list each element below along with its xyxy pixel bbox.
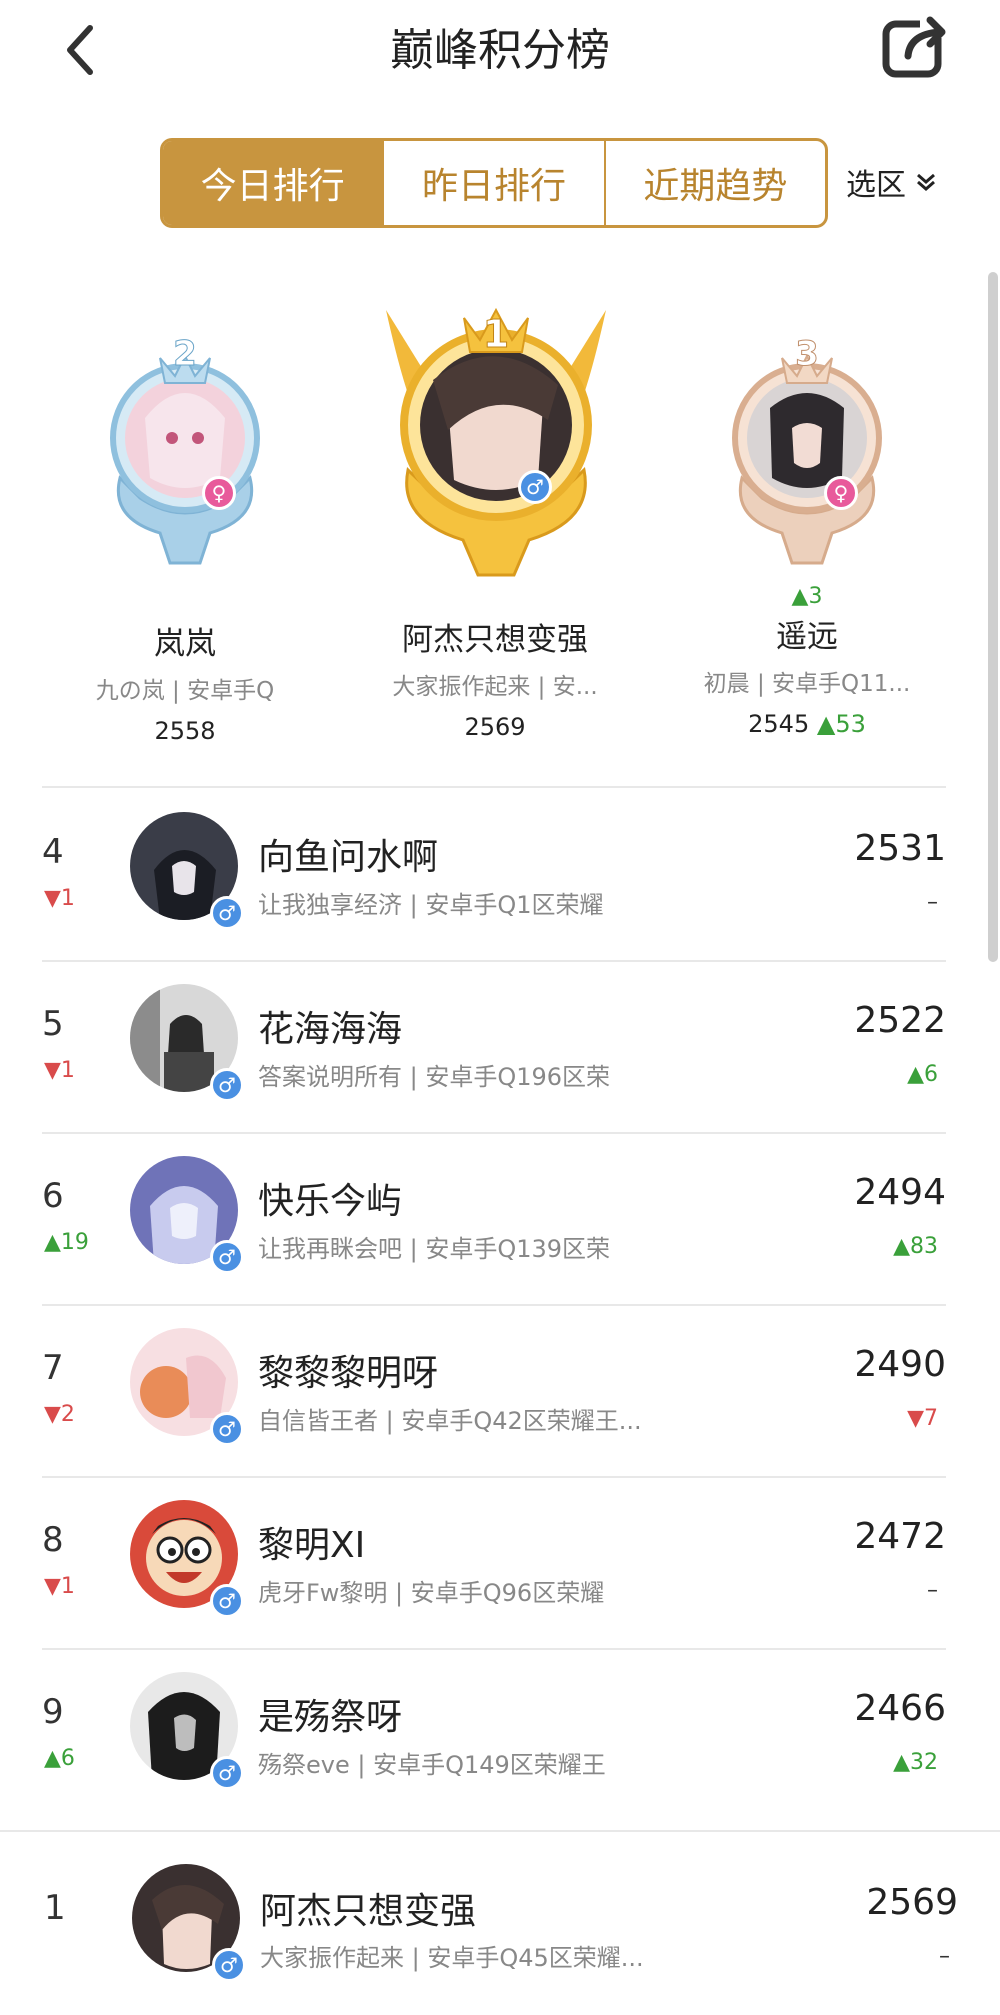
- podium-score: 2545: [748, 710, 810, 738]
- player-name: 黎黎黎明呀: [258, 1353, 439, 1394]
- score-change: –: [939, 1944, 950, 1969]
- rank-change: ▼1: [44, 1058, 75, 1083]
- list-item[interactable]: 7 ▼2 ♂ 黎黎黎明呀 自信皆王者 | 安卓手Q42区荣耀王... 2490 …: [42, 1306, 946, 1478]
- list-item[interactable]: 8 ▼1 ♂ 黎明XI 虎牙Fw黎明 | 安卓手Q96区荣耀 2472 –: [42, 1478, 946, 1650]
- player-subtitle: 让我独享经济 | 安卓手Q1区荣耀: [258, 891, 604, 919]
- rank-number: 5: [42, 1004, 64, 1044]
- player-name: 黎明XI: [258, 1525, 366, 1566]
- rank-number: 7: [42, 1348, 64, 1388]
- divider: [42, 786, 946, 788]
- rank-change: ▲6: [44, 1746, 75, 1771]
- podium-score: 2569: [464, 713, 526, 741]
- ranking-tabs: 今日排行 昨日排行 近期趋势: [160, 138, 828, 228]
- podium-rank-3-info[interactable]: ▲3 遥远 初晨 | 安卓手Q11... 2545 ▲53: [690, 584, 924, 738]
- list-item[interactable]: 5 ▼1 ♂ 花海海海 答案说明所有 | 安卓手Q196区荣 2522 ▲6: [42, 962, 946, 1134]
- region-selector[interactable]: 选区: [846, 160, 938, 204]
- podium-sub: 九の岚 | 安卓手Q: [95, 678, 275, 704]
- podium-name: 遥远: [776, 619, 838, 655]
- list-item[interactable]: 9 ▲6 ♂ 是殇祭呀 殇祭eve | 安卓手Q149区荣耀王 2466 ▲32: [42, 1650, 946, 1822]
- player-score: 2569: [866, 1882, 958, 1923]
- male-gender-icon: ♂: [210, 1756, 244, 1790]
- share-button[interactable]: [880, 12, 952, 80]
- score-change: –: [927, 890, 938, 915]
- rank-change: ▼1: [44, 1574, 75, 1599]
- player-name: 快乐今屿: [258, 1181, 403, 1222]
- podium-rank-1-badge[interactable]: 1 ♂: [378, 290, 614, 580]
- podium-sub: 初晨 | 安卓手Q11...: [703, 671, 911, 697]
- female-gender-icon: ♀: [202, 476, 236, 510]
- score-change: ▼7: [907, 1406, 938, 1431]
- score-change: ▲6: [907, 1062, 938, 1087]
- player-score: 2466: [854, 1688, 946, 1729]
- podium-score-line: 2545 ▲53: [690, 710, 924, 738]
- share-icon: [882, 16, 950, 78]
- my-rank-row[interactable]: 1 ♂ 阿杰只想变强 大家振作起来 | 安卓手Q45区荣耀... 2569 –: [0, 1830, 1000, 2015]
- podium-score-change: ▲53: [816, 710, 866, 738]
- male-gender-icon: ♂: [210, 1584, 244, 1618]
- player-subtitle: 殇祭eve | 安卓手Q149区荣耀王: [258, 1751, 606, 1779]
- score-change: ▲83: [893, 1234, 938, 1259]
- region-label: 选区: [846, 168, 906, 203]
- tab-yesterday[interactable]: 昨日排行: [382, 141, 603, 225]
- female-gender-icon: ♀: [824, 476, 858, 510]
- score-change: ▲32: [893, 1750, 938, 1775]
- podium-score: 2558: [154, 717, 216, 745]
- player-score: 2490: [854, 1344, 946, 1385]
- player-score: 2522: [854, 1000, 946, 1041]
- rank-change: ▼2: [44, 1402, 75, 1427]
- scrollbar[interactable]: [988, 272, 998, 962]
- male-gender-icon: ♂: [518, 470, 552, 504]
- ranking-page: 巅峰积分榜 今日排行 昨日排行 近期趋势 选区 2 ♀ 岚岚 九の岚 | 安卓手…: [0, 0, 1000, 2015]
- podium-rank-change: ▲3: [791, 584, 823, 609]
- player-subtitle: 让我再眯会吧 | 安卓手Q139区荣: [258, 1235, 611, 1263]
- rank-3-number: 3: [795, 334, 820, 375]
- score-change: –: [927, 1578, 938, 1603]
- rank-2-number: 2: [173, 334, 198, 375]
- podium-name: 岚岚: [154, 626, 216, 662]
- tab-today[interactable]: 今日排行: [163, 141, 383, 225]
- player-score: 2494: [854, 1172, 946, 1213]
- rank-number: 1: [44, 1888, 66, 1928]
- male-gender-icon: ♂: [210, 1068, 244, 1102]
- podium-name: 阿杰只想变强: [402, 622, 588, 658]
- player-score: 2472: [854, 1516, 946, 1557]
- player-name: 阿杰只想变强: [260, 1891, 477, 1932]
- player-subtitle: 大家振作起来 | 安卓手Q45区荣耀...: [260, 1944, 644, 1972]
- male-gender-icon: ♂: [210, 1412, 244, 1446]
- chevron-double-down-icon: [917, 173, 935, 191]
- player-subtitle: 虎牙Fw黎明 | 安卓手Q96区荣耀: [258, 1579, 605, 1607]
- podium-rank-2-badge[interactable]: 2 ♀: [100, 328, 270, 568]
- list-item[interactable]: 4 ▼1 ♂ 向鱼问水啊 让我独享经济 | 安卓手Q1区荣耀 2531 –: [42, 790, 946, 962]
- male-gender-icon: ♂: [212, 1948, 246, 1982]
- header: 巅峰积分榜: [0, 0, 1000, 110]
- player-name: 是殇祭呀: [258, 1697, 403, 1738]
- player-score: 2531: [854, 828, 946, 869]
- rank-change: ▲19: [44, 1230, 89, 1255]
- player-name: 向鱼问水啊: [258, 837, 439, 878]
- rank-number: 6: [42, 1176, 64, 1216]
- podium-rank-3-badge[interactable]: 3 ♀: [722, 328, 892, 568]
- player-subtitle: 自信皆王者 | 安卓手Q42区荣耀王...: [258, 1407, 642, 1435]
- podium-rank-2-info[interactable]: 岚岚 九の岚 | 安卓手Q 2558: [70, 618, 300, 745]
- rank-1-number: 1: [482, 312, 510, 357]
- podium-sub: 大家振作起来 | 安...: [392, 674, 598, 700]
- tab-trend[interactable]: 近期趋势: [603, 141, 825, 225]
- page-title: 巅峰积分榜: [390, 25, 610, 76]
- rank-number: 4: [42, 832, 64, 872]
- rank-change: ▼1: [44, 886, 75, 911]
- male-gender-icon: ♂: [210, 1240, 244, 1274]
- list-item[interactable]: 6 ▲19 ♂ 快乐今屿 让我再眯会吧 | 安卓手Q139区荣 2494 ▲83: [42, 1134, 946, 1306]
- podium-rank-1-info[interactable]: 阿杰只想变强 大家振作起来 | 安... 2569: [370, 614, 620, 741]
- player-name: 花海海海: [258, 1009, 403, 1050]
- player-subtitle: 答案说明所有 | 安卓手Q196区荣: [258, 1063, 611, 1091]
- rank-number: 9: [42, 1692, 64, 1732]
- male-gender-icon: ♂: [210, 896, 244, 930]
- rank-number: 8: [42, 1520, 64, 1560]
